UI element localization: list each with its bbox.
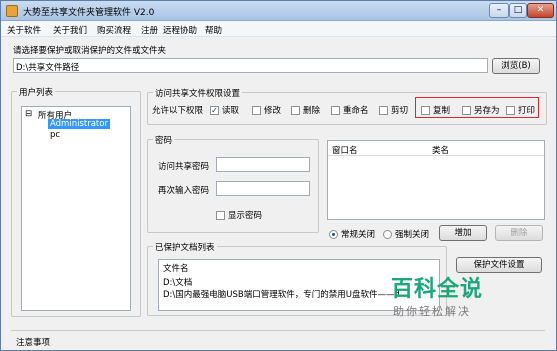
- folder-prompt: 请选择要保护或取消保护的文件或文件夹: [13, 46, 167, 56]
- tree-item-label: Administrator: [48, 119, 110, 129]
- list-header-divider: [328, 155, 544, 156]
- browse-button[interactable]: 浏览(B): [492, 58, 540, 74]
- user-list-title: 用户列表: [17, 86, 56, 98]
- confirm-password-input[interactable]: [216, 181, 310, 196]
- access-password-label: 访问共享密码: [158, 162, 210, 172]
- menu-remote-help[interactable]: 远程协助: [163, 24, 197, 36]
- allow-label: 允许以下权限: [152, 106, 204, 116]
- window-title: 大势至共享文件夹管理软件 V2.0: [23, 8, 155, 18]
- window-list[interactable]: 窗口名 类名: [327, 140, 545, 220]
- maximize-button[interactable]: □: [509, 3, 527, 18]
- tree-item-label: pc: [50, 130, 61, 140]
- close-button[interactable]: ✕: [527, 3, 554, 18]
- user-tree[interactable]: ⊟ 所有用户 Administrator pc: [21, 106, 131, 311]
- add-button[interactable]: 增加: [439, 225, 487, 241]
- user-list-group: 用户列表 ⊟ 所有用户 Administrator pc: [11, 86, 141, 317]
- highlight-box: [415, 97, 539, 118]
- watermark-logo: 百科全说 助你轻松解决: [381, 267, 531, 327]
- checkbox-box: [252, 105, 261, 115]
- password-group: 密码 访问共享密码 再次输入密码 显示密码: [147, 134, 319, 233]
- menu-bar: 关于软件 关于我们 购买流程 注册 远程协助 帮助: [1, 21, 556, 37]
- radio-label: 常规关闭: [341, 230, 376, 240]
- checkbox-box: [379, 105, 388, 115]
- access-password-input[interactable]: [216, 157, 310, 172]
- permissions-title: 访问共享文件权限设置: [153, 87, 243, 99]
- protected-header: 文件名: [163, 264, 189, 274]
- show-password-checkbox[interactable]: 显示密码: [216, 209, 262, 221]
- force-close-radio[interactable]: 强制关闭: [383, 228, 429, 240]
- path-value: D:\共享文件路径: [16, 63, 80, 73]
- menu-help[interactable]: 帮助: [205, 24, 222, 36]
- watermark-small-text: 助你轻松解决: [393, 305, 471, 318]
- perm-modify-checkbox[interactable]: 修改: [252, 104, 281, 116]
- password-title: 密码: [153, 134, 175, 146]
- protected-title: 已保护文档列表: [153, 241, 217, 253]
- checkbox-label: 删除: [303, 106, 321, 116]
- path-input[interactable]: D:\共享文件路径: [13, 58, 488, 73]
- minimize-button[interactable]: –: [489, 3, 509, 18]
- main-window: 大势至共享文件夹管理软件 V2.0 – □ ✕ 关于软件 关于我们 购买流程 注…: [0, 0, 557, 351]
- menu-about-software[interactable]: 关于软件: [7, 24, 41, 36]
- checkbox-box: [331, 105, 340, 115]
- protected-row[interactable]: D:\文档: [163, 276, 192, 288]
- checkbox-label: 重命名: [343, 106, 369, 116]
- checkbox-label: 读取: [222, 106, 240, 116]
- checkbox-box: [216, 210, 225, 220]
- delete-button[interactable]: 删除: [495, 225, 543, 241]
- checkbox-box: ✓: [210, 105, 219, 115]
- checkbox-box: [291, 105, 300, 115]
- tree-item-pc[interactable]: pc: [50, 130, 60, 140]
- checkbox-label: 修改: [264, 106, 282, 116]
- radio-dot: [329, 229, 338, 239]
- radio-dot: [383, 229, 392, 239]
- checkbox-label: 剪切: [391, 106, 409, 116]
- notes-title: 注意事项: [16, 338, 51, 348]
- notes-divider: [11, 330, 545, 331]
- menu-about-us[interactable]: 关于我们: [53, 24, 87, 36]
- title-bar: 大势至共享文件夹管理软件 V2.0 – □ ✕: [1, 1, 556, 21]
- tree-expand-icon[interactable]: ⊟: [25, 109, 32, 119]
- tree-item-administrator[interactable]: Administrator: [48, 119, 110, 129]
- perm-delete-checkbox[interactable]: 删除: [291, 104, 320, 116]
- checkbox-label: 显示密码: [228, 211, 263, 221]
- confirm-password-label: 再次输入密码: [158, 186, 210, 196]
- perm-read-checkbox[interactable]: ✓ 读取: [210, 104, 239, 116]
- protected-row[interactable]: D:\国内最强电脑USB端口管理软件，专门的禁用U盘软件——大势至U: [163, 288, 399, 300]
- watermark-big-text: 百科全说: [391, 277, 484, 302]
- menu-purchase[interactable]: 购买流程: [97, 24, 131, 36]
- menu-register[interactable]: 注册: [141, 24, 158, 36]
- radio-label: 强制关闭: [395, 230, 430, 240]
- perm-cut-checkbox[interactable]: 剪切: [379, 104, 408, 116]
- app-icon: [6, 5, 18, 17]
- perm-rename-checkbox[interactable]: 重命名: [331, 104, 369, 116]
- normal-close-radio[interactable]: 常规关闭: [329, 228, 375, 240]
